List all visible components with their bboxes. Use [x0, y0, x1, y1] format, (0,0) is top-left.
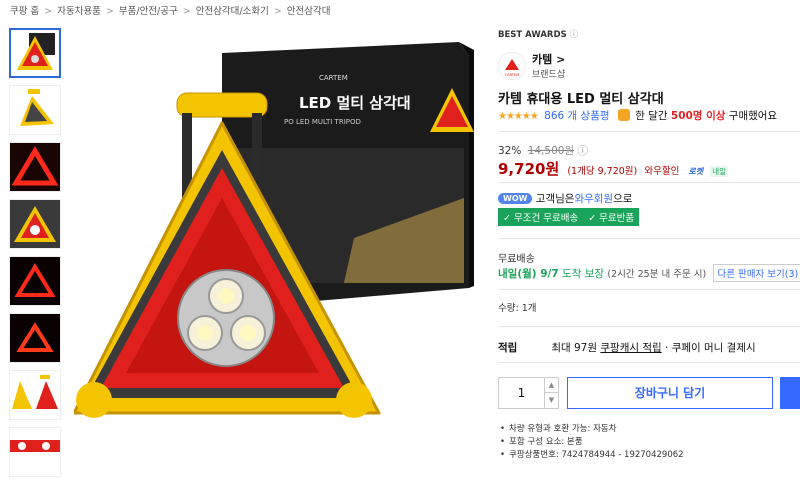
- best-awards-label: BEST AWARDS ⓘ: [498, 28, 578, 40]
- discount-row: 32% 14,500원 ⓘ: [498, 143, 588, 158]
- breadcrumb-category-3[interactable]: 안전삼각대/소화기: [196, 6, 269, 17]
- divider: [498, 362, 800, 363]
- breadcrumb-category-2[interactable]: 부품/안전/공구: [119, 6, 178, 17]
- breadcrumb-category-1[interactable]: 자동차용품: [57, 6, 101, 17]
- accrual-row: 적립 최대 97원 쿠팡캐시 적립 · 쿠페이 머니 결제시: [498, 340, 756, 355]
- divider: [498, 326, 800, 327]
- price-row: 9,720원 (1개당 9,720원) 와우할인 로켓 내일: [498, 158, 729, 179]
- info-icon[interactable]: ⓘ: [577, 145, 588, 157]
- other-sellers-button[interactable]: 다른 판매자 보기(3): [712, 264, 800, 282]
- benefit-tags: ✓ 무조건 무료배송 ✓ 무료반품: [498, 208, 640, 226]
- breadcrumb-separator: >: [182, 6, 191, 17]
- wow-discount-label: 와우할인: [644, 166, 680, 177]
- quantity-increase-button[interactable]: ▲: [544, 378, 558, 393]
- product-title: 카템 휴대용 LED 멀티 삼각대: [498, 92, 664, 107]
- rating-row: ★★★★★ 866 개 상품평 한 달간 500명 이상 구매했어요: [498, 108, 777, 123]
- unit-price: (1개당 9,720원): [567, 166, 638, 177]
- breadcrumb-category-4[interactable]: 안전삼각대: [287, 6, 331, 17]
- discount-rate: 32%: [498, 145, 522, 157]
- purchase-badge-icon: [617, 109, 630, 121]
- thumbnail-list: [9, 28, 63, 484]
- rating-stars: ★★★★★: [498, 111, 539, 122]
- buy-note-prefix: 한 달간: [635, 110, 668, 122]
- wow-badge: WOW: [498, 193, 533, 204]
- breadcrumb: 쿠팡 홈 > 자동차용품 > 부품/안전/공구 > 안전삼각대/소화기 > 안전삼각대: [10, 3, 331, 17]
- divider: [498, 238, 800, 239]
- divider: [498, 131, 800, 132]
- breadcrumb-separator: >: [273, 6, 282, 17]
- accrual-note: · 쿠페이 머니 결제시: [665, 342, 756, 354]
- buy-now-button[interactable]: [780, 377, 800, 409]
- detail-item: 쿠팡상품번호: 7424784944 - 19270429062: [500, 449, 684, 462]
- add-to-cart-button[interactable]: 장바구니 담기: [567, 377, 773, 409]
- arrival-guarantee: 도착 보장: [562, 268, 605, 280]
- wow-suffix: 으로: [613, 193, 633, 205]
- breadcrumb-home[interactable]: 쿠팡 홈: [10, 6, 39, 17]
- quantity-decrease-button[interactable]: ▼: [544, 393, 558, 408]
- best-awards-text: BEST AWARDS: [498, 30, 567, 40]
- box-brand-text: CARTEM: [319, 74, 348, 82]
- wow-prefix: 고객님은: [535, 193, 575, 205]
- quantity-label: 수량: 1개: [498, 303, 537, 314]
- accrual-amount: 최대 97원: [551, 342, 598, 354]
- thumbnail-6[interactable]: [9, 313, 61, 363]
- rocket-delivery-badge: 로켓: [688, 167, 704, 176]
- detail-item: 포함 구성 요소: 본품: [500, 436, 684, 449]
- order-deadline: (2시간 25분 내 주문 시): [607, 269, 707, 280]
- accrual-title: 적립: [498, 342, 518, 354]
- box-title-text: LED 멀티 삼각대: [299, 94, 411, 112]
- delivery-date: 내일(월) 9/7: [498, 268, 559, 280]
- divider: [498, 289, 800, 290]
- coupang-cash-link[interactable]: 쿠팡캐시 적립: [600, 342, 661, 354]
- original-price: 14,500원: [527, 145, 575, 157]
- sale-price: 9,720원: [498, 160, 560, 178]
- quantity-stepper: 1 ▲ ▼: [498, 377, 559, 409]
- buy-note-suffix: 구매했어요: [728, 110, 778, 122]
- brand-logo-text: CARTEM: [505, 73, 520, 77]
- thumbnail-2[interactable]: [9, 85, 61, 135]
- breadcrumb-separator: >: [44, 6, 53, 17]
- tomorrow-badge: 내일: [710, 166, 729, 177]
- breadcrumb-separator: >: [105, 6, 114, 17]
- wow-member-link[interactable]: 와우회원: [574, 193, 613, 205]
- thumbnail-1[interactable]: [9, 28, 61, 78]
- product-details-list: 차량 유형과 호환 가능: 자동차 포함 구성 요소: 본품 쿠팡상품번호: 7…: [500, 423, 684, 462]
- thumbnail-7[interactable]: [9, 370, 61, 420]
- shipping-row: 내일(월) 9/7 도착 보장 (2시간 25분 내 주문 시) 다른 판매자 …: [498, 264, 800, 282]
- buy-count: 500명 이상: [670, 110, 726, 122]
- info-icon[interactable]: ⓘ: [570, 30, 579, 40]
- brand-shop-label[interactable]: 브랜드샵: [532, 67, 565, 80]
- shipping-label: 무료배송: [498, 254, 535, 265]
- brand-name-link[interactable]: 카템 >: [532, 51, 565, 67]
- divider: [498, 182, 800, 183]
- thumbnail-4[interactable]: [9, 199, 61, 249]
- main-product-image: CARTEM LED 멀티 삼각대 PO LED MULTI TRIPOD: [74, 28, 494, 448]
- brand-logo[interactable]: CARTEM: [498, 52, 526, 80]
- wow-member-row: WOW 고객님은와우회원으로: [498, 191, 632, 206]
- thumbnail-3[interactable]: [9, 142, 61, 192]
- thumbnail-5[interactable]: [9, 256, 61, 306]
- free-shipping-tag: ✓ 무조건 무료배송: [498, 208, 584, 226]
- box-subtitle-text: PO LED MULTI TRIPOD: [284, 118, 361, 126]
- detail-item: 차량 유형과 호환 가능: 자동차: [500, 423, 684, 436]
- thumbnail-8[interactable]: [9, 427, 61, 477]
- review-count-link[interactable]: 866 개 상품평: [544, 110, 609, 122]
- quantity-input[interactable]: 1: [499, 378, 544, 408]
- free-return-tag: ✓ 무료반품: [583, 208, 640, 226]
